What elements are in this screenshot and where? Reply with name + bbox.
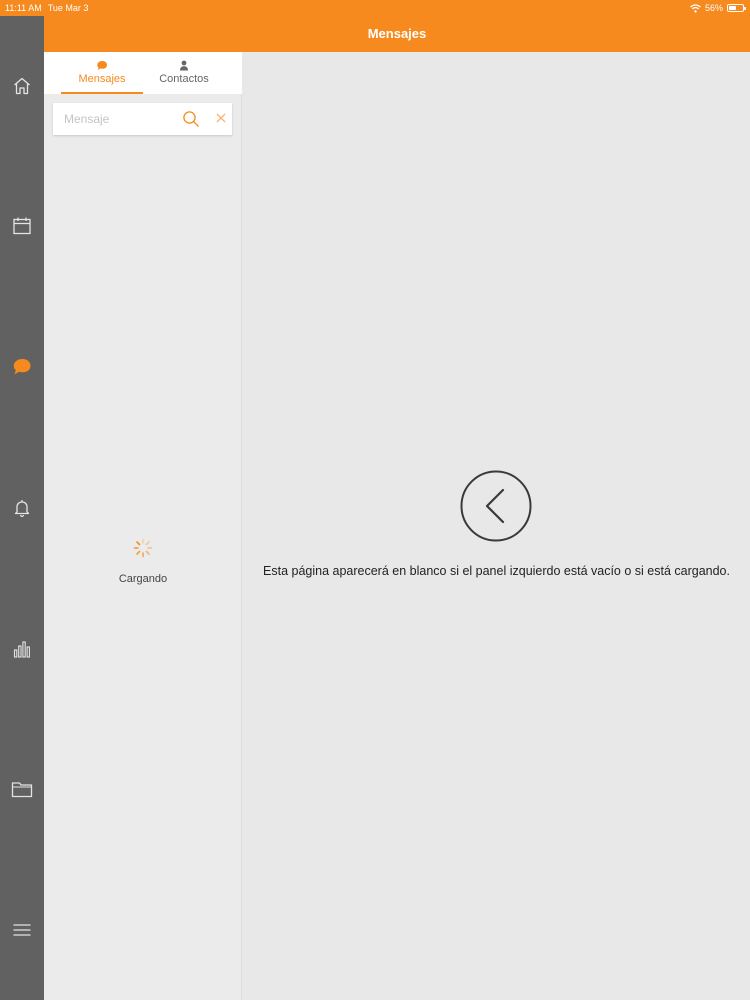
page-title: Mensajes <box>367 26 427 41</box>
detail-pane: Esta página aparecerá en blanco si el pa… <box>243 52 750 1000</box>
search-box <box>53 103 232 135</box>
conversation-panel: Mensajes Contactos Mensaje Cargando <box>44 52 242 1000</box>
search-icon[interactable] <box>182 110 200 128</box>
rail-stats-button[interactable] <box>10 637 34 661</box>
status-date: Tue Mar 3 <box>47 3 89 13</box>
rail-notifications-button[interactable] <box>10 496 34 520</box>
status-bar-left: 11:11 AM Tue Mar 3 <box>5 3 88 13</box>
search-input[interactable] <box>53 103 177 135</box>
loading-label: Cargando <box>118 573 168 585</box>
tab-mensajes-label: Mensajes <box>78 73 126 85</box>
rail-menu-button[interactable] <box>10 918 34 942</box>
rail-calendar-button[interactable] <box>10 214 34 238</box>
tab-contactos[interactable]: Contactos <box>143 52 225 94</box>
battery-percent: 56% <box>704 3 723 13</box>
close-icon[interactable] <box>214 111 228 125</box>
bar-chart-icon <box>13 641 30 658</box>
status-time: 11:11 AM <box>5 3 42 13</box>
chevron-left-icon[interactable] <box>460 470 532 542</box>
chat-icon <box>13 359 31 375</box>
home-icon <box>14 77 30 95</box>
wifi-icon <box>690 3 701 13</box>
chat-icon <box>97 61 107 71</box>
status-bar: 11:11 AM Tue Mar 3 56% <box>0 0 750 16</box>
rail-home-button[interactable] <box>10 74 34 98</box>
person-icon <box>180 60 188 71</box>
battery-icon <box>727 4 746 12</box>
menu-icon <box>13 924 31 936</box>
empty-state-message: Esta página aparecerá en blanco si el pa… <box>263 564 730 578</box>
spinner-icon <box>133 538 153 558</box>
side-rail <box>0 16 44 1000</box>
bell-icon <box>14 500 30 518</box>
tab-contactos-label: Contactos <box>159 73 209 85</box>
status-bar-right: 56% <box>690 3 746 13</box>
calendar-icon <box>13 217 31 235</box>
tab-bar: Mensajes Contactos <box>44 52 242 94</box>
tab-mensajes[interactable]: Mensajes <box>61 52 143 94</box>
rail-files-button[interactable] <box>10 777 34 801</box>
top-bar: Mensajes <box>44 16 750 52</box>
rail-messages-button[interactable] <box>10 355 34 379</box>
folder-icon <box>11 782 33 798</box>
